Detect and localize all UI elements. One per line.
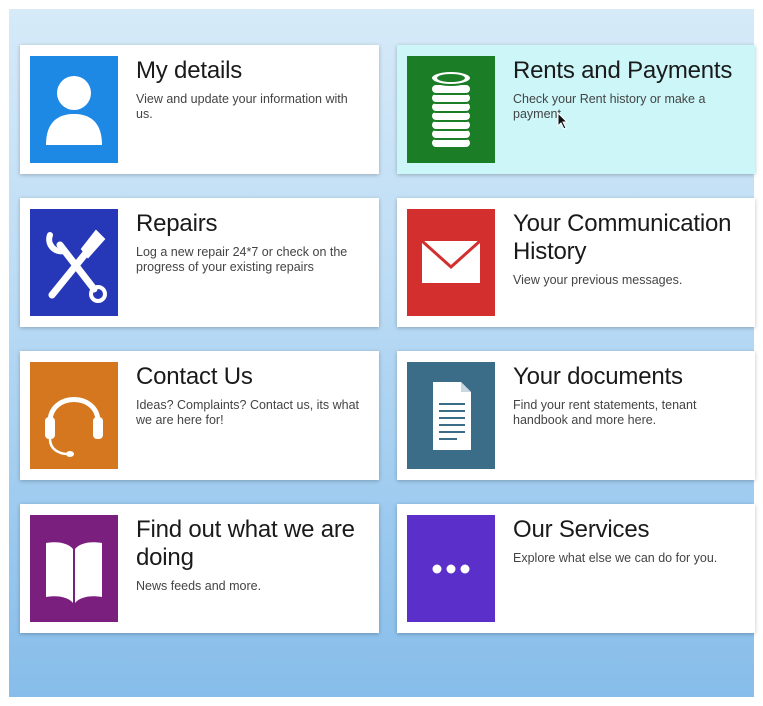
tile-description: Find your rent statements, tenant handbo…	[513, 398, 697, 427]
tile-repairs[interactable]: Repairs Log a new repair 24*7 or check o…	[20, 198, 379, 327]
tile-description: Ideas? Complaints? Contact us, its what …	[136, 398, 360, 427]
tile-title: Your Communication History	[513, 210, 732, 265]
headset-icon	[30, 362, 118, 469]
tile-title: Our Services	[513, 516, 650, 543]
mouse-cursor-icon	[557, 112, 569, 130]
tile-find-out-what-we-are-doing[interactable]: Find out what we are doing News feeds an…	[20, 504, 379, 633]
tile-description: Check your Rent history or make a paymen…	[513, 92, 706, 121]
document-icon	[407, 362, 495, 469]
tile-title: My details	[136, 57, 243, 84]
tile-title: Find out what we are doing	[136, 516, 355, 571]
tile-description: News feeds and more.	[136, 579, 262, 593]
tile-our-services[interactable]: Our Services Explore what else we can do…	[397, 504, 755, 633]
tile-title: Contact Us	[136, 363, 253, 390]
tile-title: Repairs	[136, 210, 218, 237]
tile-rents-and-payments[interactable]: Rents and Payments Check your Rent histo…	[397, 45, 755, 174]
dashboard-background: My details View and update your informat…	[9, 9, 755, 697]
tile-my-details[interactable]: My details View and update your informat…	[20, 45, 379, 174]
tile-description: View your previous messages.	[513, 273, 683, 287]
tile-description: Explore what else we can do for you.	[513, 551, 718, 565]
tile-contact-us[interactable]: Contact Us Ideas? Complaints? Contact us…	[20, 351, 379, 480]
tile-title: Your documents	[513, 363, 683, 390]
tile-description: View and update your information with us…	[136, 92, 348, 121]
tile-communication-history[interactable]: Your Communication History View your pre…	[397, 198, 755, 327]
tile-title: Rents and Payments	[513, 57, 733, 84]
envelope-icon	[407, 209, 495, 316]
tile-description: Log a new repair 24*7 or check on the pr…	[136, 245, 348, 274]
tile-your-documents[interactable]: Your documents Find your rent statements…	[397, 351, 755, 480]
coins-icon	[407, 56, 495, 163]
more-dots-icon	[407, 515, 495, 622]
book-icon	[30, 515, 118, 622]
user-icon	[30, 56, 118, 163]
tools-icon	[30, 209, 118, 316]
tile-grid: My details View and update your informat…	[20, 45, 755, 633]
